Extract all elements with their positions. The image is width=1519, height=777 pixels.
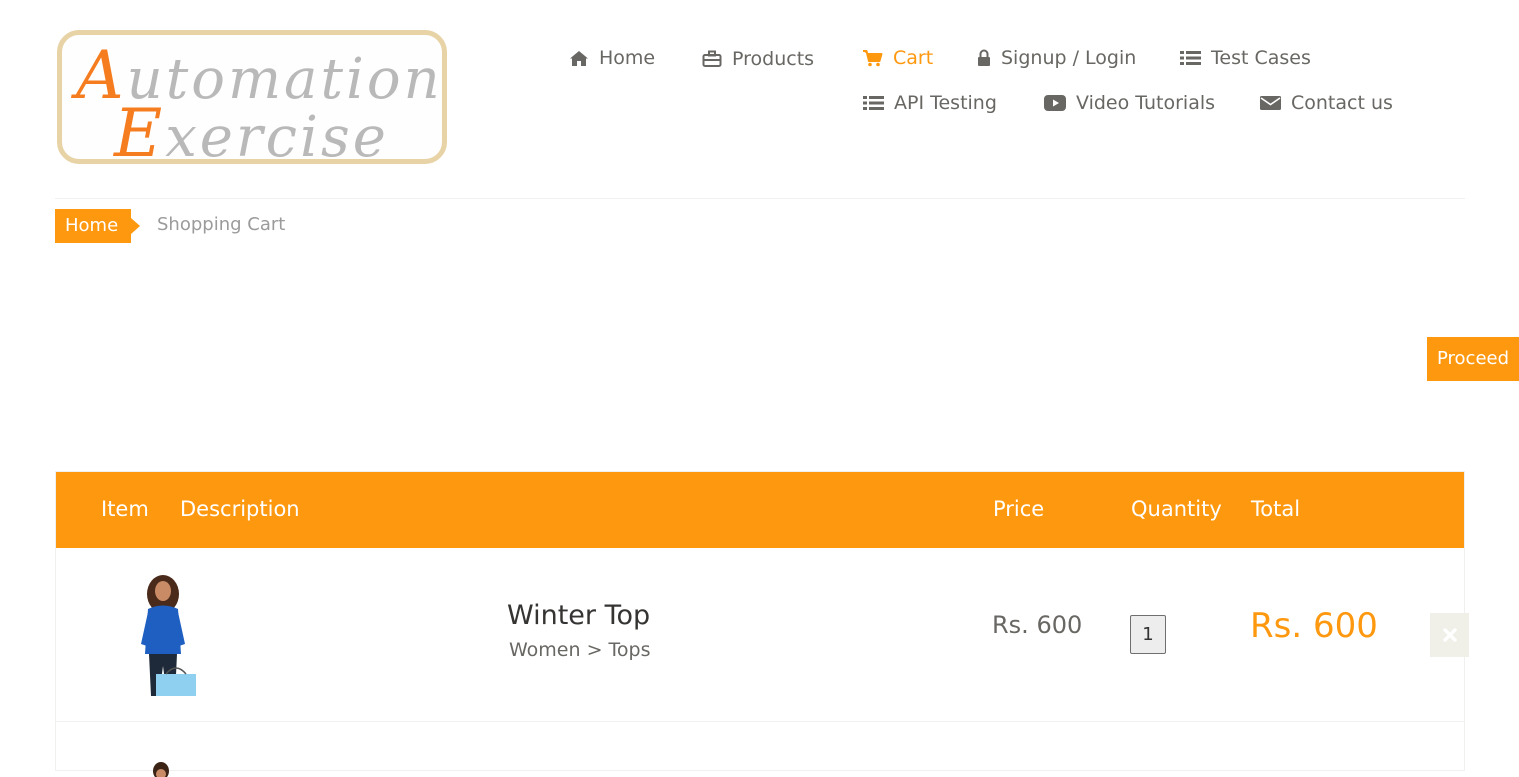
product-image-partial[interactable] bbox=[148, 757, 174, 777]
envelope-icon bbox=[1260, 96, 1281, 110]
product-total: Rs. 600 bbox=[1250, 606, 1378, 646]
nav-api-testing[interactable]: API Testing bbox=[863, 92, 997, 114]
nav-video-tutorials[interactable]: Video Tutorials bbox=[1044, 92, 1215, 114]
delete-x-icon bbox=[1442, 628, 1457, 642]
nav-signup-login-label: Signup / Login bbox=[1001, 47, 1137, 69]
cart-icon bbox=[863, 50, 883, 67]
logo-line-2: Exercise bbox=[114, 95, 389, 172]
quantity-button[interactable]: 1 bbox=[1130, 615, 1166, 654]
breadcrumb-home[interactable]: Home bbox=[55, 209, 140, 243]
list-icon bbox=[1180, 51, 1201, 65]
product-name-link[interactable]: Winter Top bbox=[507, 600, 650, 631]
header-quantity: Quantity bbox=[1131, 497, 1222, 521]
breadcrumb-current: Shopping Cart bbox=[157, 214, 286, 235]
youtube-play-icon bbox=[1044, 95, 1066, 111]
nav-signup-login[interactable]: Signup / Login bbox=[977, 47, 1136, 69]
product-price: Rs. 600 bbox=[992, 611, 1083, 639]
nav-api-testing-label: API Testing bbox=[894, 92, 997, 114]
header-total: Total bbox=[1251, 497, 1301, 521]
table-row: Winter Top Women > Tops Rs. 600 1 Rs. 60… bbox=[56, 548, 1469, 722]
nav-test-cases-label: Test Cases bbox=[1211, 47, 1311, 69]
cart-table: Item Description Price Quantity Total Wi… bbox=[55, 471, 1469, 777]
nav-video-tutorials-label: Video Tutorials bbox=[1076, 92, 1216, 114]
nav-test-cases[interactable]: Test Cases bbox=[1180, 47, 1311, 69]
cart-table-header: Item Description Price Quantity Total bbox=[56, 472, 1464, 548]
delete-item-button[interactable] bbox=[1430, 613, 1469, 657]
nav-home-label: Home bbox=[599, 47, 656, 69]
product-image[interactable] bbox=[121, 574, 216, 698]
lock-icon bbox=[978, 49, 990, 66]
home-icon bbox=[570, 50, 588, 66]
header-price: Price bbox=[993, 497, 1045, 521]
site-logo[interactable]: Automation Exercise bbox=[57, 30, 447, 172]
proceed-to-checkout-button[interactable]: Proceed bbox=[1427, 337, 1519, 381]
product-category: Women > Tops bbox=[509, 639, 651, 661]
nav-products-label: Products bbox=[732, 48, 815, 70]
nav-cart[interactable]: Cart bbox=[862, 47, 933, 69]
header-item: Item bbox=[101, 497, 149, 521]
nav-contact-us[interactable]: Contact us bbox=[1260, 92, 1393, 114]
nav-products[interactable]: Products bbox=[702, 48, 814, 70]
nav-cart-label: Cart bbox=[893, 47, 934, 69]
list-icon bbox=[863, 96, 884, 110]
nav-home[interactable]: Home bbox=[569, 47, 655, 69]
header-description: Description bbox=[180, 497, 300, 521]
nav-contact-us-label: Contact us bbox=[1291, 92, 1393, 114]
briefcase-icon bbox=[702, 50, 722, 67]
header-divider bbox=[55, 198, 1465, 199]
